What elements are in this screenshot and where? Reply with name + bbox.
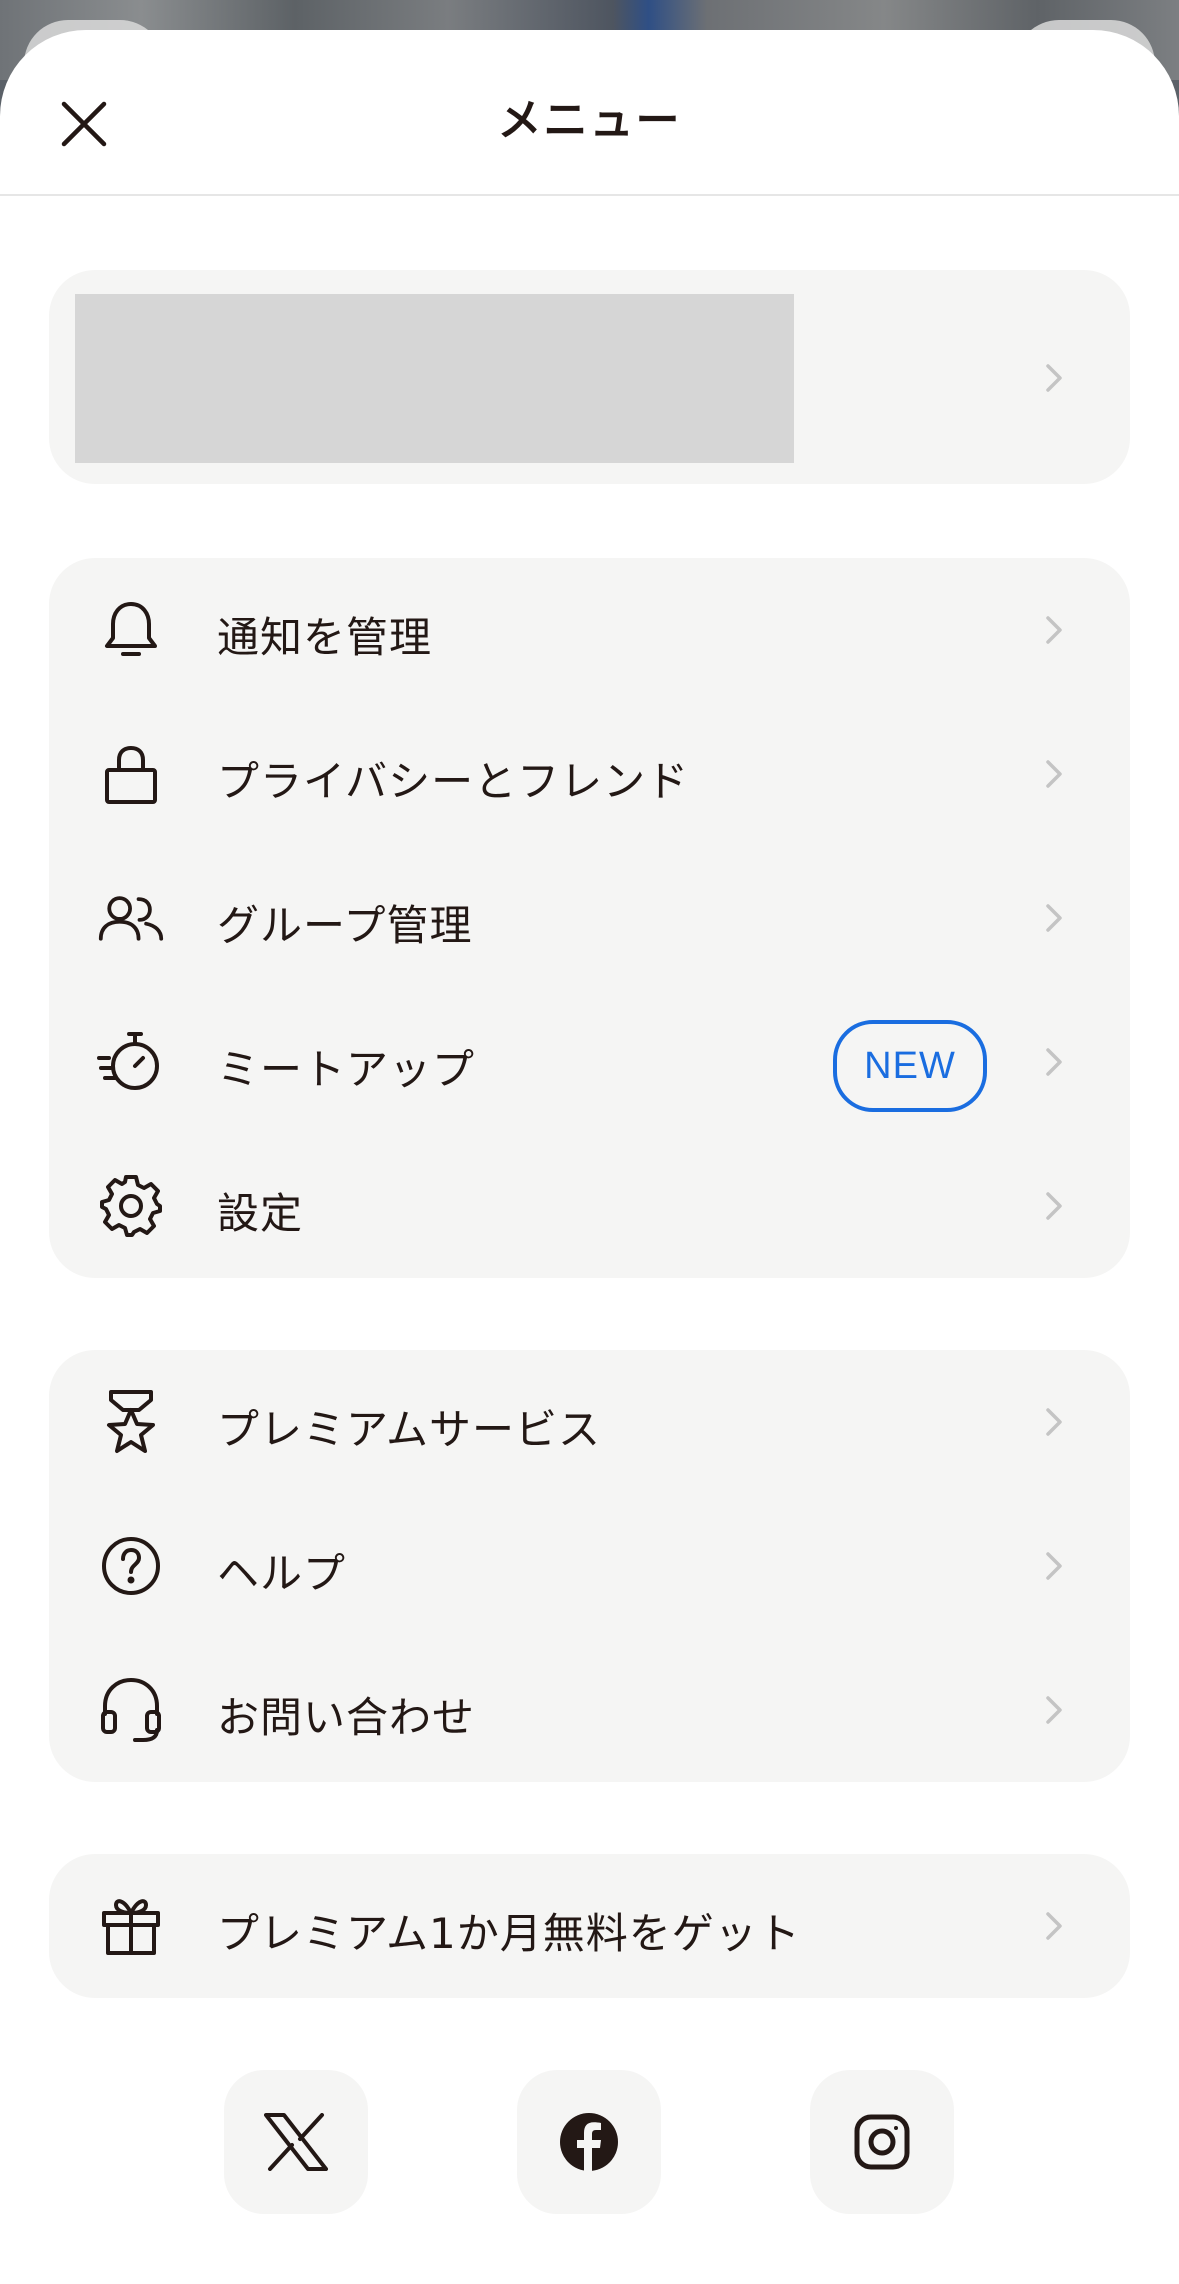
- profile-redacted-area: [75, 294, 794, 463]
- menu-item-label: プレミアム1か月無料をゲット: [217, 1909, 801, 1958]
- menu-item-meetup[interactable]: ミートアップ NEW: [49, 990, 1130, 1134]
- medal-star-icon: [97, 1388, 165, 1456]
- facebook-icon: [560, 2113, 618, 2172]
- chevron-right-icon: [1044, 1190, 1064, 1222]
- menu-header: メニュー: [0, 30, 1179, 196]
- gear-icon: [97, 1172, 165, 1240]
- chevron-right-icon: [1044, 1694, 1064, 1726]
- instagram-button[interactable]: [810, 2070, 954, 2214]
- chevron-right-icon: [1044, 902, 1064, 934]
- x-button[interactable]: [224, 2070, 368, 2214]
- menu-item-notifications[interactable]: 通知を管理: [49, 558, 1130, 702]
- menu-item-groups[interactable]: グループ管理: [49, 846, 1130, 990]
- menu-item-label: 設定: [217, 1189, 304, 1238]
- menu-item-privacy[interactable]: プライバシーとフレンド: [49, 702, 1130, 846]
- instagram-icon: [854, 2114, 910, 2170]
- group-icon: [97, 884, 165, 952]
- new-badge: NEW: [833, 1020, 987, 1112]
- x-icon: [264, 2113, 328, 2171]
- menu-item-label: 通知を管理: [217, 613, 433, 662]
- menu-item-contact[interactable]: お問い合わせ: [49, 1638, 1130, 1782]
- social-links: [0, 2070, 1179, 2214]
- menu-item-help[interactable]: ヘルプ: [49, 1494, 1130, 1638]
- menu-group-promo: プレミアム1か月無料をゲット: [49, 1854, 1130, 1998]
- menu-group-support: プレミアムサービス ヘルプ お問い合わせ: [49, 1350, 1130, 1782]
- menu-item-premium[interactable]: プレミアムサービス: [49, 1350, 1130, 1494]
- menu-item-settings[interactable]: 設定: [49, 1134, 1130, 1278]
- headset-icon: [97, 1676, 165, 1744]
- chevron-right-icon: [1044, 1046, 1064, 1078]
- menu-item-premium-trial[interactable]: プレミアム1か月無料をゲット: [49, 1854, 1130, 1998]
- facebook-button[interactable]: [517, 2070, 661, 2214]
- menu-item-label: プライバシーとフレンド: [217, 757, 690, 806]
- menu-sheet: メニュー 通知を管理 プライバシーとフレンド グループ管理 ミートアップ NEW…: [0, 30, 1179, 2284]
- chevron-right-icon: [1044, 1550, 1064, 1582]
- bell-icon: [97, 596, 165, 664]
- menu-item-label: お問い合わせ: [217, 1693, 476, 1742]
- menu-group-main: 通知を管理 プライバシーとフレンド グループ管理 ミートアップ NEW 設定: [49, 558, 1130, 1278]
- menu-item-label: ヘルプ: [217, 1549, 347, 1598]
- lock-icon: [97, 740, 165, 808]
- profile-card[interactable]: [49, 270, 1130, 484]
- chevron-right-icon: [1044, 1406, 1064, 1438]
- stopwatch-icon: [97, 1028, 165, 1096]
- page-title: メニュー: [497, 95, 682, 146]
- menu-item-label: プレミアムサービス: [217, 1405, 602, 1454]
- help-icon: [97, 1532, 165, 1600]
- chevron-right-icon: [1044, 614, 1064, 646]
- gift-icon: [97, 1892, 165, 1960]
- chevron-right-icon: [1044, 758, 1064, 790]
- menu-item-label: グループ管理: [217, 901, 473, 950]
- chevron-right-icon: [1044, 1910, 1064, 1942]
- chevron-right-icon: [1044, 362, 1064, 394]
- menu-item-label: ミートアップ: [217, 1045, 476, 1094]
